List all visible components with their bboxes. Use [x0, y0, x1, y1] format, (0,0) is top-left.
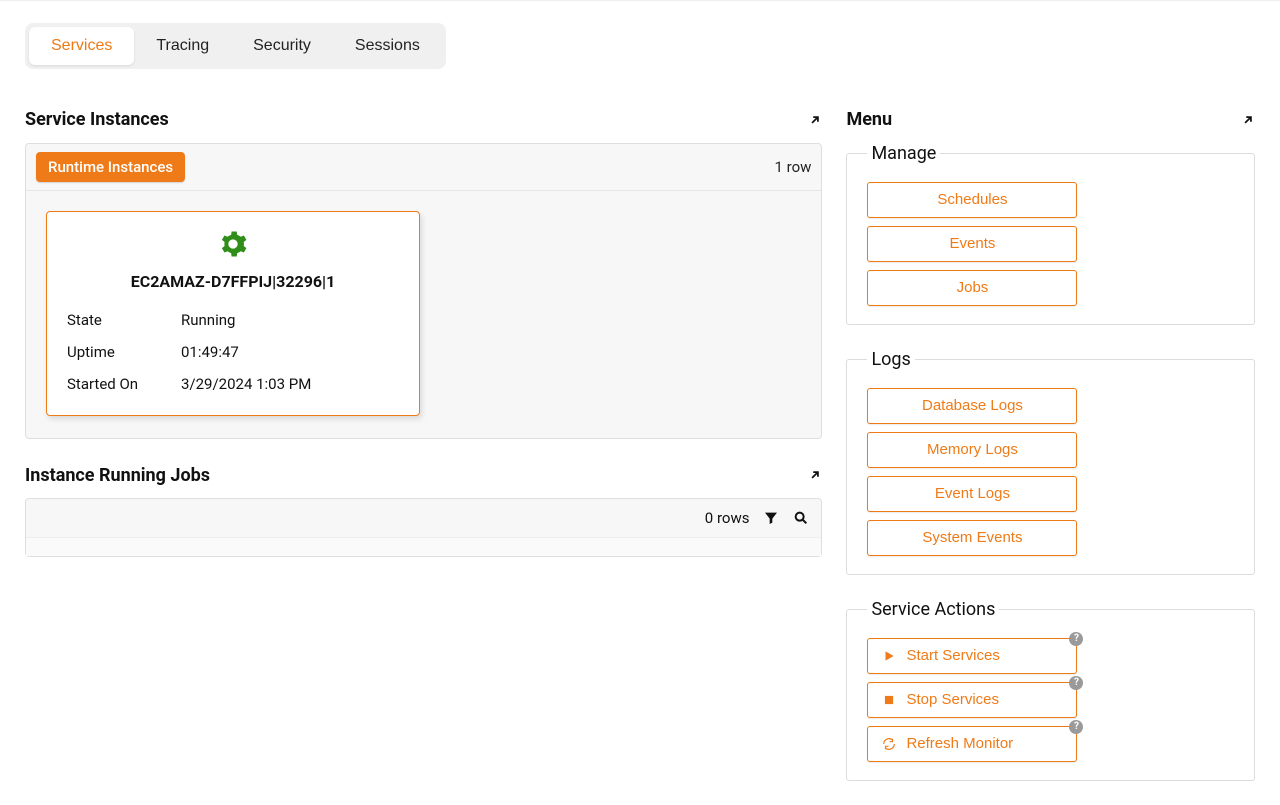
- main-tabs: Services Tracing Security Sessions: [25, 23, 446, 69]
- expand-icon[interactable]: [808, 468, 822, 482]
- database-logs-button[interactable]: Database Logs: [867, 388, 1077, 424]
- runtime-instances-pill[interactable]: Runtime Instances: [36, 152, 185, 182]
- jobs-panel: 0 rows: [25, 498, 822, 557]
- gear-icon: [219, 230, 247, 258]
- state-label: State: [67, 311, 181, 329]
- service-instances-title: Service Instances: [25, 109, 169, 131]
- menu-title: Menu: [846, 109, 892, 131]
- stop-icon: [882, 693, 896, 707]
- start-services-label: Start Services: [906, 647, 999, 664]
- logs-group: Logs Database Logs Memory Logs Event Log…: [846, 349, 1255, 575]
- running-jobs-title: Instance Running Jobs: [25, 465, 210, 487]
- manage-legend: Manage: [867, 143, 940, 164]
- help-icon[interactable]: ?: [1069, 720, 1083, 734]
- instance-id: EC2AMAZ-D7FFPIJ|32296|1: [67, 272, 399, 291]
- filter-icon[interactable]: [763, 510, 779, 526]
- started-label: Started On: [67, 375, 181, 393]
- manage-group: Manage Schedules Events Jobs: [846, 143, 1255, 325]
- expand-icon[interactable]: [1241, 113, 1255, 127]
- started-value: 3/29/2024 1:03 PM: [181, 375, 311, 393]
- stop-services-label: Stop Services: [906, 691, 999, 708]
- state-value: Running: [181, 311, 235, 329]
- system-events-button[interactable]: System Events: [867, 520, 1077, 556]
- expand-icon[interactable]: [808, 113, 822, 127]
- refresh-monitor-label: Refresh Monitor: [906, 735, 1013, 752]
- logs-legend: Logs: [867, 349, 914, 370]
- help-icon[interactable]: ?: [1069, 676, 1083, 690]
- service-actions-legend: Service Actions: [867, 599, 999, 620]
- start-services-button[interactable]: Start Services: [867, 638, 1077, 674]
- tab-services[interactable]: Services: [29, 27, 134, 65]
- event-logs-button[interactable]: Event Logs: [867, 476, 1077, 512]
- memory-logs-button[interactable]: Memory Logs: [867, 432, 1077, 468]
- jobs-button[interactable]: Jobs: [867, 270, 1077, 306]
- events-button[interactable]: Events: [867, 226, 1077, 262]
- schedules-button[interactable]: Schedules: [867, 182, 1077, 218]
- help-icon[interactable]: ?: [1069, 632, 1083, 646]
- row-count: 1 row: [775, 158, 812, 176]
- refresh-icon: [882, 737, 896, 751]
- tab-sessions[interactable]: Sessions: [333, 27, 442, 65]
- service-actions-group: Service Actions Start Services ? Stop Se…: [846, 599, 1255, 781]
- stop-services-button[interactable]: Stop Services: [867, 682, 1077, 718]
- instances-panel: Runtime Instances 1 row EC2AMAZ-D7FFPIJ|…: [25, 143, 822, 439]
- uptime-label: Uptime: [67, 343, 181, 361]
- jobs-body: [26, 538, 821, 556]
- tab-tracing[interactable]: Tracing: [134, 27, 231, 65]
- play-icon: [882, 649, 896, 663]
- uptime-value: 01:49:47: [181, 343, 239, 361]
- instance-card[interactable]: EC2AMAZ-D7FFPIJ|32296|1 StateRunning Upt…: [46, 211, 420, 416]
- refresh-monitor-button[interactable]: Refresh Monitor: [867, 726, 1077, 762]
- search-icon[interactable]: [793, 510, 809, 526]
- jobs-row-count: 0 rows: [705, 509, 750, 527]
- tab-security[interactable]: Security: [231, 27, 333, 65]
